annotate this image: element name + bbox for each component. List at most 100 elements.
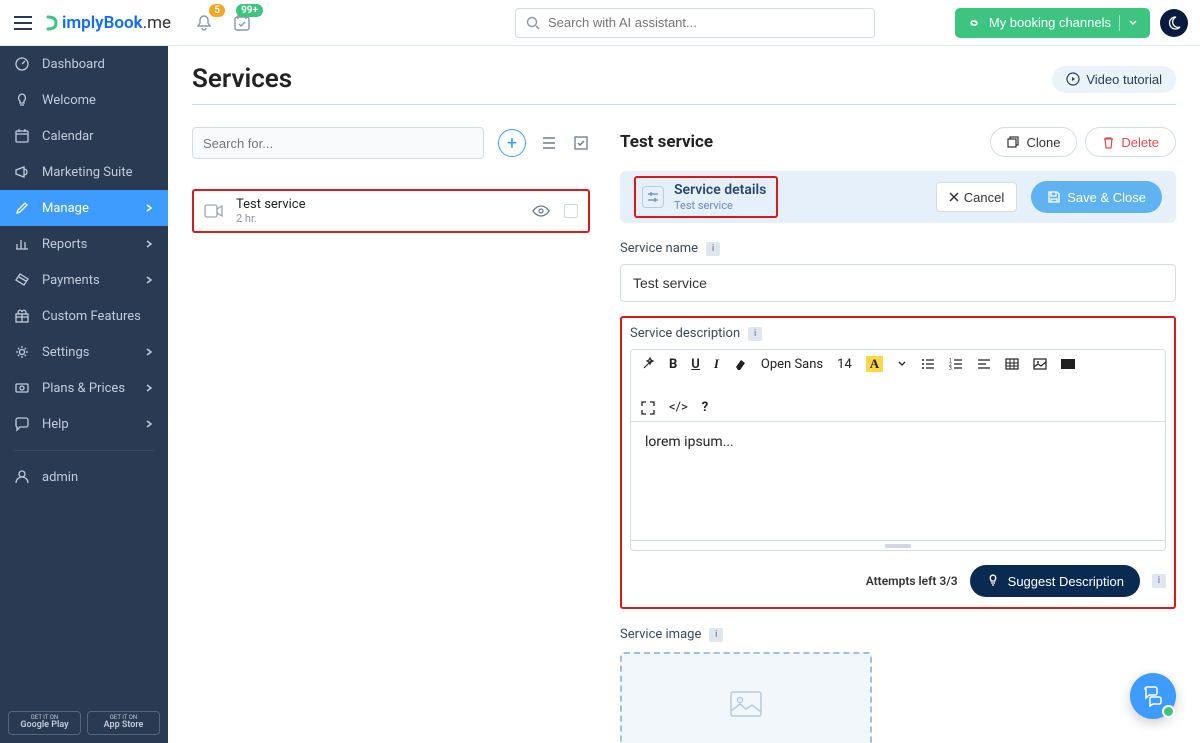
search-icon bbox=[526, 16, 540, 30]
suggest-description-button[interactable]: Suggest Description bbox=[970, 565, 1140, 597]
sidebar-label: Marketing Suite bbox=[42, 165, 133, 180]
video-tutorial-button[interactable]: Video tutorial bbox=[1052, 66, 1176, 93]
service-duration: 2 hr. bbox=[236, 212, 306, 225]
video-insert-icon[interactable] bbox=[1061, 359, 1075, 369]
details-tab-title: Service details bbox=[674, 182, 766, 199]
help-icon[interactable]: ? bbox=[702, 400, 708, 415]
topbar-right: My booking channels bbox=[955, 8, 1188, 38]
italic-button[interactable]: I bbox=[714, 356, 719, 372]
booking-channels-label: My booking channels bbox=[989, 15, 1111, 30]
google-play-badge[interactable]: GET IT ON Google Play bbox=[8, 711, 81, 735]
save-close-button[interactable]: Save & Close bbox=[1031, 181, 1162, 213]
notifications-icon[interactable]: 5 bbox=[191, 10, 217, 36]
trash-icon bbox=[1102, 136, 1115, 149]
sidebar-item-welcome[interactable]: Welcome bbox=[0, 82, 168, 118]
sidebar-item-settings[interactable]: Settings bbox=[0, 334, 168, 370]
detail-header: Test service Clone Delete bbox=[620, 127, 1176, 157]
svg-text:3: 3 bbox=[949, 366, 952, 371]
sliders-icon bbox=[642, 186, 664, 208]
money-icon bbox=[14, 380, 30, 396]
service-name-input[interactable] bbox=[620, 264, 1176, 302]
rich-text-editor: B U I Open Sans 14 A 123 bbox=[630, 349, 1166, 551]
chat-icon bbox=[14, 416, 30, 432]
services-list-column: + Test service 2 hr. bbox=[192, 127, 590, 743]
info-icon[interactable]: i bbox=[706, 242, 720, 256]
chevron-right-icon bbox=[144, 275, 154, 285]
chevron-right-icon bbox=[144, 347, 154, 357]
sidebar-item-manage[interactable]: Manage bbox=[0, 190, 168, 226]
font-size-select[interactable]: 14 bbox=[837, 357, 852, 372]
theme-toggle[interactable] bbox=[1160, 9, 1188, 37]
font-select[interactable]: Open Sans bbox=[761, 357, 823, 372]
resize-handle[interactable] bbox=[631, 540, 1165, 550]
eye-icon[interactable] bbox=[532, 205, 550, 217]
info-icon[interactable]: i bbox=[709, 628, 723, 642]
eraser-icon[interactable] bbox=[733, 357, 747, 371]
service-list-item[interactable]: Test service 2 hr. bbox=[192, 189, 590, 233]
font-color-button[interactable]: A bbox=[866, 356, 883, 372]
store-badges: GET IT ON Google Play GET IT ON App Stor… bbox=[0, 703, 168, 743]
tasks-icon[interactable]: 99+ bbox=[229, 10, 255, 36]
booking-channels-button[interactable]: My booking channels bbox=[955, 8, 1150, 38]
editor-content[interactable]: lorem ipsum... bbox=[631, 422, 1165, 540]
logo[interactable]: implyBook.me bbox=[44, 13, 171, 33]
select-all-icon[interactable] bbox=[572, 134, 590, 152]
sidebar-item-admin[interactable]: admin bbox=[0, 459, 168, 495]
cancel-button[interactable]: Cancel bbox=[936, 182, 1017, 212]
sidebar-label: Welcome bbox=[42, 93, 96, 108]
description-section: Service description i B U I Open Sans 14 bbox=[620, 316, 1176, 609]
info-icon[interactable]: i bbox=[1152, 574, 1166, 588]
sidebar-item-marketing[interactable]: Marketing Suite bbox=[0, 154, 168, 190]
chat-bubbles-icon bbox=[1142, 685, 1164, 707]
list-toolbar: + bbox=[192, 127, 590, 159]
clone-button[interactable]: Clone bbox=[990, 127, 1077, 157]
sidebar-item-reports[interactable]: Reports bbox=[0, 226, 168, 262]
service-details-tab[interactable]: Service details Test service bbox=[634, 176, 778, 218]
page-title: Services bbox=[192, 64, 292, 94]
close-icon bbox=[949, 192, 959, 202]
service-search-input[interactable] bbox=[203, 136, 473, 151]
numbered-list-icon[interactable]: 123 bbox=[949, 357, 963, 371]
image-upload-dropzone[interactable] bbox=[620, 652, 872, 743]
app-store-badge[interactable]: GET IT ON App Store bbox=[87, 711, 160, 735]
service-search[interactable] bbox=[192, 127, 484, 159]
list-view-icon[interactable] bbox=[540, 134, 558, 152]
hamburger-menu[interactable] bbox=[12, 12, 34, 34]
service-detail-column: Test service Clone Delete bbox=[620, 127, 1176, 743]
fullscreen-icon[interactable] bbox=[641, 401, 655, 415]
sidebar-item-payments[interactable]: Payments bbox=[0, 262, 168, 298]
add-service-button[interactable]: + bbox=[498, 129, 526, 157]
copy-icon bbox=[1007, 136, 1020, 149]
sidebar-item-help[interactable]: Help bbox=[0, 406, 168, 442]
attempts-text: Attempts left 3/3 bbox=[866, 574, 958, 588]
bold-button[interactable]: B bbox=[669, 357, 677, 372]
info-icon[interactable]: i bbox=[748, 327, 762, 341]
sidebar-item-plans[interactable]: Plans & Prices bbox=[0, 370, 168, 406]
chevron-down-icon[interactable] bbox=[897, 359, 907, 369]
service-checkbox[interactable] bbox=[564, 204, 578, 218]
chevron-right-icon bbox=[144, 383, 154, 393]
sidebar-item-calendar[interactable]: Calendar bbox=[0, 118, 168, 154]
global-search-input[interactable] bbox=[548, 15, 864, 30]
sidebar-item-dashboard[interactable]: Dashboard bbox=[0, 46, 168, 82]
chat-fab[interactable] bbox=[1130, 673, 1176, 719]
gauge-icon bbox=[14, 56, 30, 72]
bulb-icon bbox=[14, 92, 30, 108]
underline-button[interactable]: U bbox=[691, 357, 700, 372]
delete-button[interactable]: Delete bbox=[1085, 127, 1176, 157]
magic-wand-icon[interactable] bbox=[641, 357, 655, 371]
table-icon[interactable] bbox=[1005, 357, 1019, 371]
image-icon[interactable] bbox=[1033, 357, 1047, 371]
detail-title: Test service bbox=[620, 132, 713, 152]
code-view-icon[interactable]: </> bbox=[669, 400, 688, 415]
tasks-badge: 99+ bbox=[236, 4, 263, 17]
video-icon bbox=[204, 203, 224, 219]
megaphone-icon bbox=[14, 164, 30, 180]
sidebar-item-custom-features[interactable]: Custom Features bbox=[0, 298, 168, 334]
align-icon[interactable] bbox=[977, 357, 991, 371]
bullet-list-icon[interactable] bbox=[921, 357, 935, 371]
sidebar: Dashboard Welcome Calendar Marketing Sui… bbox=[0, 46, 168, 743]
global-search[interactable] bbox=[515, 8, 875, 38]
save-icon bbox=[1047, 190, 1061, 204]
chevron-right-icon bbox=[144, 239, 154, 249]
